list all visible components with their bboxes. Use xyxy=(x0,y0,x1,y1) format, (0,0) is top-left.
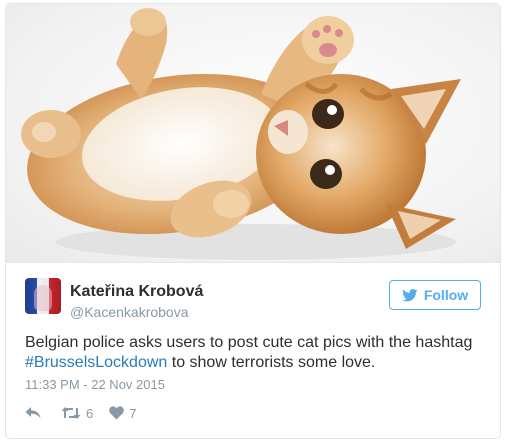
follow-label: Follow xyxy=(423,287,469,303)
tweet-text: Belgian police asks users to post cute c… xyxy=(25,333,495,373)
avatar-face xyxy=(34,285,52,311)
reply-button[interactable] xyxy=(25,406,41,420)
retweet-icon xyxy=(61,406,81,420)
bird-icon xyxy=(401,288,418,302)
hashtag-link[interactable]: #BrusselsLockdown xyxy=(25,354,167,371)
tweet-card: Kateřina Krobová @Kacenkakrobova Follow … xyxy=(5,3,501,439)
tweet-actions: 6 7 xyxy=(25,403,136,423)
author-handle[interactable]: @Kacenkakrobova xyxy=(70,304,189,320)
retweet-count: 6 xyxy=(86,405,94,421)
retweet-button[interactable]: 6 xyxy=(61,406,93,421)
kitten-illustration xyxy=(21,8,461,260)
avatar[interactable] xyxy=(25,278,61,314)
author-name[interactable]: Kateřina Krobová xyxy=(70,283,203,301)
tweet-text-after: to show terrorists some love. xyxy=(167,354,376,371)
like-count: 7 xyxy=(129,405,137,421)
heart-icon xyxy=(109,406,125,420)
follow-button[interactable]: Follow xyxy=(389,280,481,310)
reply-icon xyxy=(25,406,41,420)
tweet-text-before: Belgian police asks users to post cute c… xyxy=(25,334,473,351)
kitten-photo[interactable] xyxy=(6,4,500,263)
like-button[interactable]: 7 xyxy=(109,406,136,421)
timestamp[interactable]: 11:33 PM - 22 Nov 2015 xyxy=(25,377,165,392)
